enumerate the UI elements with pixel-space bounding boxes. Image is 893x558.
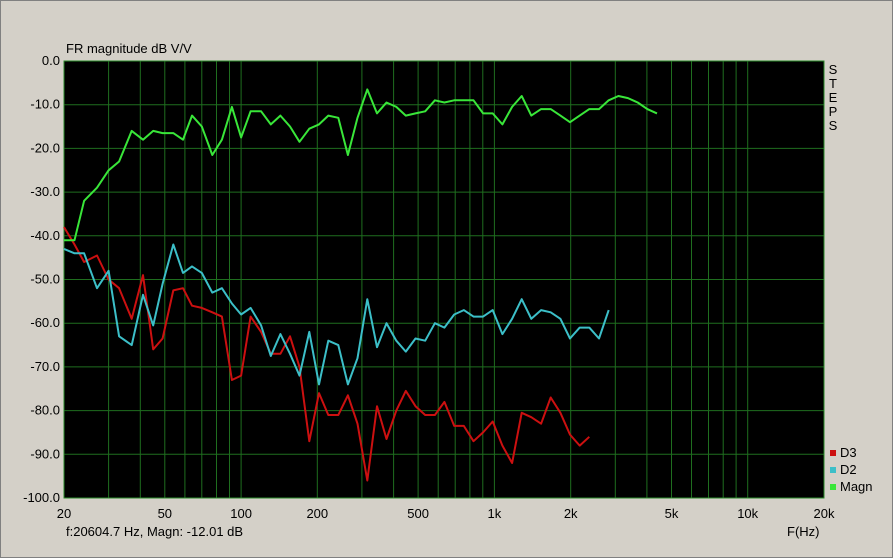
y-tick-label: -70.0 [30, 359, 60, 374]
y-axis-ticks: 0.0 -10.0 -20.0 -30.0 -40.0 -50.0 -60.0 -70.0 -8… [23, 53, 60, 505]
x-tick-label: 1k [488, 506, 502, 521]
side-label-letter: S [829, 62, 838, 77]
x-tick-label: 10k [737, 506, 758, 521]
x-tick-label: 5k [665, 506, 679, 521]
y-tick-label: -30.0 [30, 184, 60, 199]
x-tick-label: 500 [407, 506, 429, 521]
legend-swatch-d2 [830, 467, 836, 473]
x-tick-label: 100 [230, 506, 252, 521]
chart-title: FR magnitude dB V/V [66, 41, 192, 56]
x-tick-label: 200 [306, 506, 328, 521]
y-tick-label: -10.0 [30, 97, 60, 112]
y-tick-label: -50.0 [30, 272, 60, 287]
y-tick-label: -80.0 [30, 403, 60, 418]
x-tick-label: 2k [564, 506, 578, 521]
frequency-response-chart: FR magnitude dB V/V 0.0 -10.0 -20.0 -30.0 -4… [23, 41, 873, 539]
legend-label-d3: D3 [840, 445, 857, 460]
side-label-letter: P [829, 104, 838, 119]
legend[interactable]: D3 D2 Magn [830, 445, 873, 494]
legend-label-d2: D2 [840, 462, 857, 477]
legend-label-magn: Magn [840, 479, 873, 494]
y-tick-label: 0.0 [42, 53, 60, 68]
steps-side-label: STEPS [829, 62, 838, 133]
legend-swatch-magn [830, 484, 836, 490]
x-axis-label: F(Hz) [787, 524, 820, 539]
y-tick-label: -40.0 [30, 228, 60, 243]
x-tick-label: 20 [57, 506, 71, 521]
x-axis-ticks: 20 50 100 200 500 1k 2k 5k 10k 20k [57, 506, 835, 521]
y-tick-label: -90.0 [30, 446, 60, 461]
x-tick-label: 50 [158, 506, 172, 521]
x-tick-label: 20k [814, 506, 835, 521]
y-tick-label: -20.0 [30, 140, 60, 155]
side-label-letter: T [829, 76, 837, 91]
y-tick-label: -60.0 [30, 315, 60, 330]
y-tick-label: -100.0 [23, 490, 60, 505]
side-label-letter: S [829, 118, 838, 133]
status-readout: f:20604.7 Hz, Magn: -12.01 dB [66, 524, 243, 539]
legend-swatch-d3 [830, 450, 836, 456]
side-label-letter: E [829, 90, 838, 105]
